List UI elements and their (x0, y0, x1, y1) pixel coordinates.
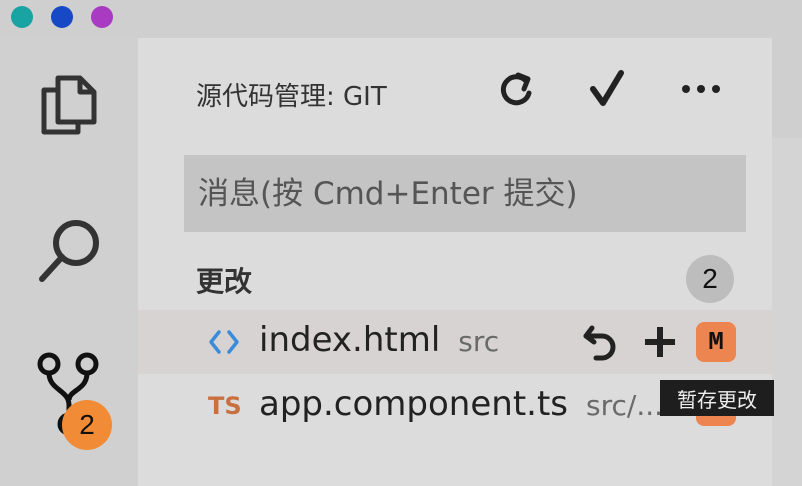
more-icon (682, 85, 720, 93)
changes-count-badge: 2 (686, 255, 734, 303)
commit-message-input[interactable] (184, 155, 746, 232)
commit-message-box (184, 155, 746, 232)
maximize-window-button[interactable] (91, 6, 113, 28)
discard-icon (583, 325, 616, 361)
refresh-button[interactable] (492, 64, 542, 114)
minimize-window-button[interactable] (51, 6, 73, 28)
plus-icon (645, 327, 675, 357)
file-name: app.component.ts src/... (259, 384, 664, 424)
title-bar (0, 0, 802, 38)
explorer-icon[interactable] (24, 60, 114, 150)
scrollbar-thumb[interactable] (772, 38, 802, 138)
refresh-icon (500, 72, 532, 106)
file-row-index-html[interactable]: index.html src M (138, 310, 772, 374)
modified-status-badge: M (696, 322, 736, 362)
typescript-file-icon: TS (208, 392, 242, 420)
file-path: src (458, 325, 500, 358)
source-control-badge: 2 (62, 400, 112, 450)
discard-changes-button[interactable] (580, 322, 620, 362)
search-icon[interactable] (24, 205, 114, 295)
file-name: index.html src (259, 320, 500, 360)
panel-title: 源代码管理: GIT (196, 82, 387, 112)
more-actions-button[interactable] (676, 64, 726, 114)
changes-section-label[interactable]: 更改 (196, 260, 252, 300)
file-path: src/... (586, 389, 664, 422)
commit-button[interactable] (582, 64, 632, 114)
html-file-icon (208, 310, 240, 374)
tooltip: 暂存更改 (660, 380, 774, 416)
close-window-button[interactable] (11, 6, 33, 28)
checkmark-icon (590, 70, 624, 106)
stage-changes-button[interactable] (640, 322, 680, 362)
